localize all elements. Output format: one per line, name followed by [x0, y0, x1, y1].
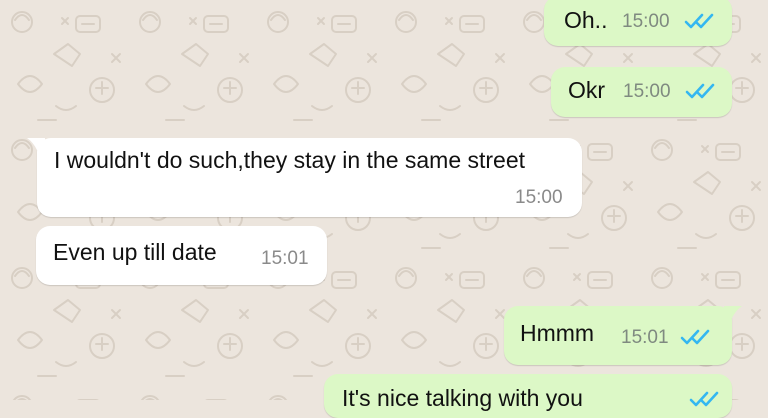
message-text: Okr	[568, 77, 606, 103]
double-check-icon	[685, 83, 715, 99]
message-text: Oh..	[564, 7, 608, 33]
double-check-icon	[680, 329, 710, 345]
message-bubble-outgoing[interactable]: It's nice talking with you	[324, 374, 732, 418]
message-time: 15:00	[622, 11, 670, 32]
message-bubble-incoming[interactable]: Even up till date 15:01	[36, 226, 327, 285]
message-time: 15:00	[623, 81, 671, 102]
message-bubble-outgoing[interactable]: Hmmm 15:01	[504, 306, 742, 365]
bubble-tail-right	[724, 306, 742, 324]
message-time: 15:01	[621, 327, 669, 348]
message-text: It's nice talking with you	[342, 385, 583, 411]
message-text: I wouldn't do such,they stay in the same…	[54, 147, 526, 173]
message-text: Even up till date	[53, 239, 217, 265]
message-bubble-outgoing[interactable]: Okr 15:00	[551, 67, 732, 117]
message-text: Hmmm	[520, 320, 595, 346]
bubble-tail-left	[27, 138, 45, 156]
message-time: 15:01	[261, 248, 309, 269]
double-check-icon	[689, 391, 719, 407]
double-check-icon	[684, 13, 714, 29]
message-time: 15:00	[515, 187, 563, 208]
message-bubble-outgoing[interactable]: Oh.. 15:00	[544, 0, 732, 46]
message-bubble-incoming[interactable]: I wouldn't do such,they stay in the same…	[27, 138, 582, 217]
